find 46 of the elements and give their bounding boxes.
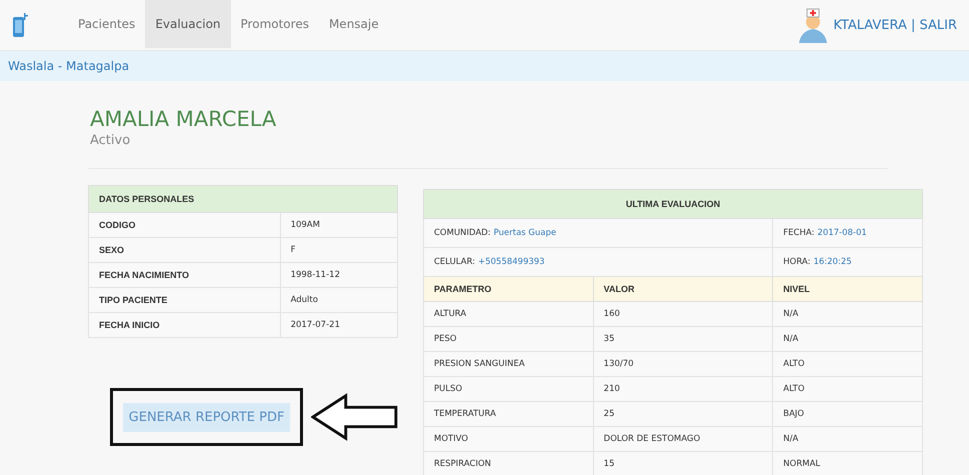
field-label: FECHA NACIMIENTO — [88, 262, 280, 288]
field-value: 2017-07-21 — [280, 312, 398, 338]
table-cell: BAJO — [772, 402, 922, 426]
table-cell: ALTURA — [424, 302, 594, 326]
table-cell: MOTIVO — [424, 426, 594, 452]
table-cell: 25 — [593, 402, 773, 426]
column-header: NIVEL — [772, 276, 922, 302]
patient-name: AMALIA MARCELA — [90, 107, 278, 131]
table-cell: PESO — [424, 326, 594, 352]
column-header: PARAMETRO — [424, 276, 594, 302]
field-value: F — [280, 238, 398, 262]
table-cell: 130/70 — [593, 352, 773, 376]
phone-icon — [12, 11, 28, 39]
table-cell: PRESION SANGUINEA — [424, 352, 594, 376]
generate-pdf-button[interactable]: GENERAR REPORTE PDF — [122, 402, 290, 432]
table-cell: PULSO — [424, 376, 594, 402]
column-header: VALOR — [593, 276, 773, 302]
table-header: ULTIMA EVALUACION — [424, 190, 922, 218]
info-cell: FECHA: 2017-08-01 — [772, 218, 922, 248]
table-cell: RESPIRACION — [424, 452, 594, 475]
nav-tab[interactable]: Promotores — [230, 0, 319, 48]
field-label: TIPO PACIENTE — [88, 288, 280, 312]
table-cell: ALTO — [772, 376, 922, 402]
patient-status: Activo — [90, 133, 132, 148]
table-cell: TEMPERATURA — [424, 402, 594, 426]
field-value: 109AM — [280, 212, 398, 238]
table-cell: N/A — [772, 302, 922, 326]
field-label: FECHA INICIO — [88, 312, 280, 338]
table-header: DATOS PERSONALES — [88, 186, 398, 212]
table-cell: 35 — [593, 326, 773, 352]
breadcrumb[interactable]: Waslala - Matagalpa — [0, 51, 969, 81]
field-value: 1998-11-12 — [280, 262, 398, 288]
info-cell: COMUNIDAD: Puertas Guape — [424, 218, 773, 248]
field-label: CODIGO — [88, 212, 280, 238]
nav-tab[interactable]: Mensaje — [318, 0, 389, 48]
field-label: SEXO — [88, 238, 280, 262]
nav-tab[interactable]: Pacientes — [68, 0, 146, 48]
table-cell: N/A — [772, 326, 922, 352]
table-cell: N/A — [772, 426, 922, 452]
table-cell: 210 — [593, 376, 773, 402]
table-cell: ALTO — [772, 352, 922, 376]
field-value: Adulto — [280, 288, 398, 312]
table-cell: DOLOR DE ESTOMAGO — [593, 426, 773, 452]
user-link[interactable]: KTALAVERA | SALIR — [795, 0, 969, 50]
table-cell: 160 — [593, 302, 773, 326]
nav-tab[interactable]: Evaluacion — [145, 0, 231, 48]
